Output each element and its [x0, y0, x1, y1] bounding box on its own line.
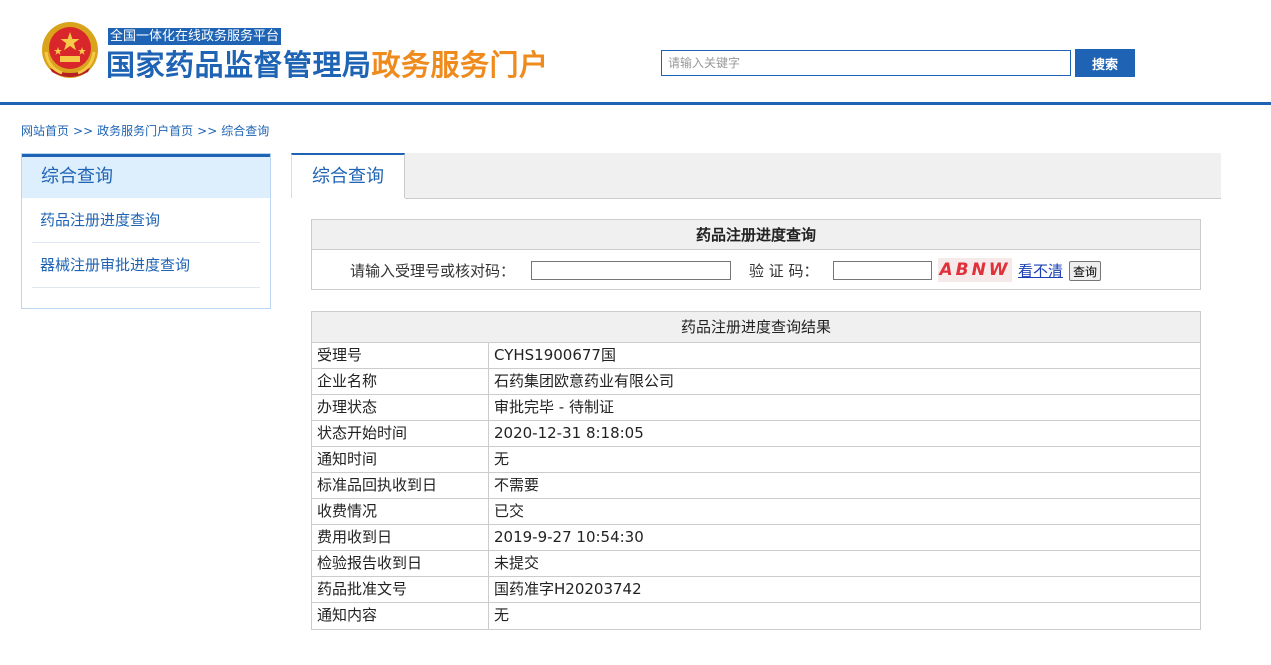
table-row: 收费情况 已交: [312, 499, 1200, 525]
table-row: 状态开始时间 2020-12-31 8:18:05: [312, 421, 1200, 447]
site-title-portal: 政务服务门户: [371, 48, 549, 82]
row-value: 已交: [494, 502, 525, 520]
row-value: 未提交: [494, 554, 540, 572]
row-key: 办理状态: [312, 395, 489, 420]
row-key: 收费情况: [312, 499, 489, 524]
site-title-main: 国家药品监督管理局: [106, 48, 372, 82]
breadcrumb-home[interactable]: 网站首页: [21, 124, 69, 138]
row-key: 受理号: [312, 343, 489, 368]
captcha-image: ABNW: [938, 258, 1012, 282]
row-value: 2020-12-31 8:18:05: [494, 424, 644, 442]
tab-comprehensive-query[interactable]: 综合查询: [291, 153, 405, 199]
row-value: 2019-9-27 10:54:30: [494, 528, 644, 546]
breadcrumb: 网站首页 >> 政务服务门户首页 >> 综合查询: [21, 122, 269, 139]
table-row: 标准品回执收到日 不需要: [312, 473, 1200, 499]
row-value: 审批完毕 - 待制证: [494, 398, 614, 416]
table-row: 企业名称 石药集团欧意药业有限公司: [312, 369, 1200, 395]
query-form: 药品注册进度查询 请输入受理号或核对码： 验 证 码： ABNW 看不清 查询: [311, 219, 1201, 290]
sidebar-item-device-registration[interactable]: 器械注册审批进度查询: [32, 243, 260, 288]
row-value: 石药集团欧意药业有限公司: [494, 372, 675, 390]
site-title: 国家药品监督管理局政务服务门户: [106, 46, 549, 84]
row-value: 国药准字H20203742: [494, 580, 642, 598]
row-key: 通知时间: [312, 447, 489, 472]
breadcrumb-current[interactable]: 综合查询: [221, 124, 269, 138]
row-value: 不需要: [494, 476, 540, 494]
site-header: 全国一体化在线政务服务平台 国家药品监督管理局政务服务门户 搜索: [0, 0, 1271, 105]
row-value: 无: [494, 606, 510, 624]
table-row: 受理号 CYHS1900677国: [312, 343, 1200, 369]
row-key: 通知内容: [312, 603, 489, 629]
tab-bar: 综合查询: [291, 153, 1221, 199]
acceptance-number-label: 请输入受理号或核对码：: [350, 262, 516, 280]
table-row: 通知内容无: [312, 603, 1200, 629]
row-key: 药品批准文号: [312, 577, 489, 602]
captcha-label: 验 证 码：: [749, 262, 819, 280]
search-button[interactable]: 搜索: [1075, 49, 1135, 77]
table-row: 办理状态 审批完毕 - 待制证: [312, 395, 1200, 421]
table-row: 费用收到日 2019-9-27 10:54:30: [312, 525, 1200, 551]
sidebar-title: 综合查询: [22, 154, 270, 198]
query-form-title: 药品注册进度查询: [312, 220, 1200, 250]
sidebar: 综合查询 药品注册进度查询 器械注册审批进度查询: [21, 153, 271, 309]
acceptance-number-input[interactable]: [531, 261, 731, 280]
tab-active-underline-cover: [291, 198, 405, 200]
result-table: 药品注册进度查询结果 受理号 CYHS1900677国 企业名称 石药集团欧意药业有…: [311, 311, 1201, 630]
result-table-title: 药品注册进度查询结果: [312, 312, 1200, 343]
search-input[interactable]: [661, 50, 1071, 76]
row-key: 费用收到日: [312, 525, 489, 550]
breadcrumb-separator: >>: [197, 124, 218, 138]
captcha-input[interactable]: [833, 261, 932, 280]
row-key: 状态开始时间: [312, 421, 489, 446]
table-row: 药品批准文号 国药准字H20203742: [312, 577, 1200, 603]
row-value: CYHS1900677国: [494, 346, 616, 364]
row-key: 企业名称: [312, 369, 489, 394]
table-row: 通知时间无: [312, 447, 1200, 473]
row-key: 检验报告收到日: [312, 551, 489, 576]
breadcrumb-portal-home[interactable]: 政务服务门户首页: [97, 124, 193, 138]
national-emblem-icon: [42, 22, 98, 78]
platform-subtitle: 全国一体化在线政务服务平台: [108, 28, 282, 45]
sidebar-item-drug-registration[interactable]: 药品注册进度查询: [32, 198, 260, 243]
captcha-refresh-link[interactable]: 看不清: [1018, 260, 1063, 281]
query-submit-button[interactable]: 查询: [1069, 261, 1101, 281]
table-row: 检验报告收到日 未提交: [312, 551, 1200, 577]
row-value: 无: [494, 450, 510, 468]
query-form-row: 请输入受理号或核对码： 验 证 码： ABNW 看不清 查询: [312, 250, 1200, 290]
row-key: 标准品回执收到日: [312, 473, 489, 498]
breadcrumb-separator: >>: [73, 124, 94, 138]
